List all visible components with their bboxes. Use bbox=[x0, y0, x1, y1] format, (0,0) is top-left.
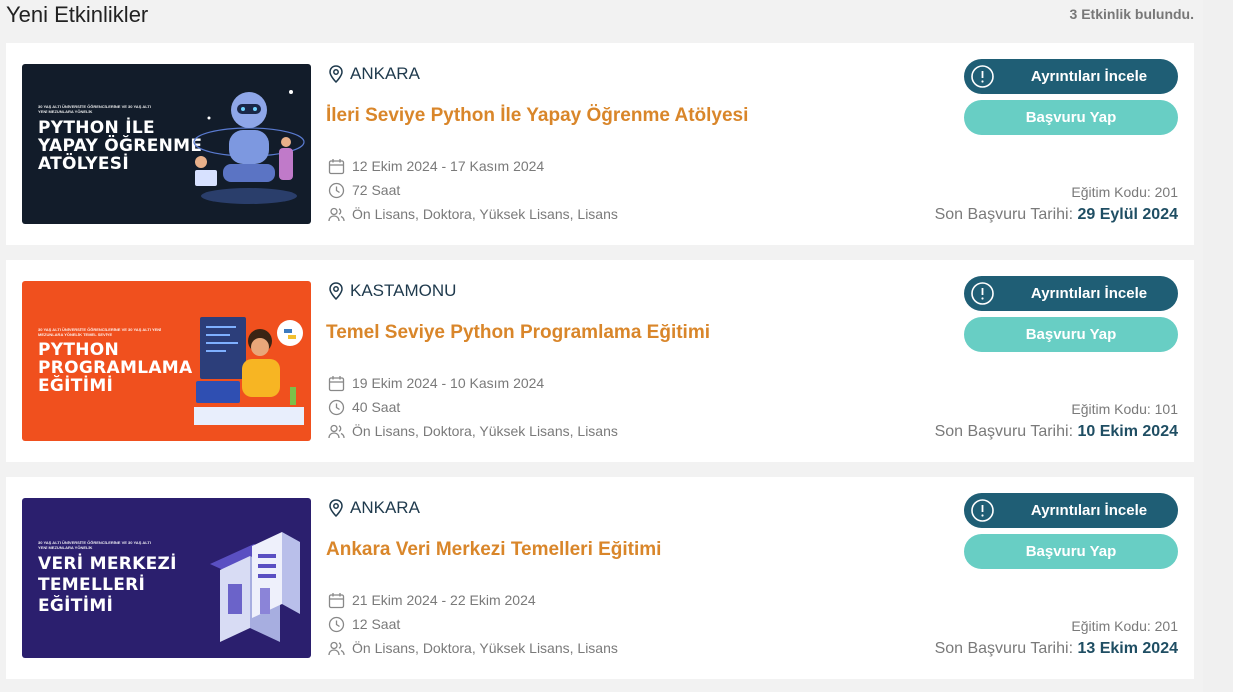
event-duration: 12 Saat bbox=[328, 615, 400, 633]
deadline-label: Son Başvuru Tarihi: bbox=[934, 206, 1074, 223]
users-icon bbox=[328, 424, 345, 438]
training-code: Eğitim Kodu: 101 bbox=[1071, 401, 1178, 417]
event-dates: 12 Ekim 2024 - 17 Kasım 2024 bbox=[328, 157, 544, 175]
event-banner-image[interactable]: 30 YAŞ ALTI ÜNİVERSİTE ÖĞRENCİLERİNE VE … bbox=[22, 281, 311, 441]
developer-illustration bbox=[194, 317, 304, 425]
event-card: 30 YAŞ ALTI ÜNİVERSİTE ÖĞRENCİLERİNE VE … bbox=[6, 43, 1194, 245]
details-button[interactable]: Ayrıntıları İncele bbox=[964, 493, 1178, 528]
banner-title-line: ATÖLYESİ bbox=[38, 154, 129, 174]
event-audience: Ön Lisans, Doktora, Yüksek Lisans, Lisan… bbox=[328, 639, 618, 657]
section-header: Yeni Etkinlikler 3 Etkinlik bulundu. bbox=[6, 0, 1194, 30]
location-label: ANKARA bbox=[350, 64, 420, 83]
users-icon bbox=[328, 207, 345, 221]
banner-title-line: VERİ MERKEZİ bbox=[38, 554, 177, 574]
info-circle-icon bbox=[971, 65, 994, 88]
details-button-label: Ayrıntıları İncele bbox=[1030, 68, 1148, 85]
application-deadline: Son Başvuru Tarihi: 10 Ekim 2024 bbox=[935, 423, 1178, 441]
dates-text: 12 Ekim 2024 - 17 Kasım 2024 bbox=[352, 158, 545, 174]
events-page: Yeni Etkinlikler 3 Etkinlik bulundu. 30 … bbox=[0, 0, 1233, 692]
map-pin-icon bbox=[329, 282, 343, 300]
clock-icon bbox=[328, 616, 345, 632]
audience-text: Ön Lisans, Doktora, Yüksek Lisans, Lisan… bbox=[352, 423, 618, 439]
event-location: ANKARA bbox=[328, 497, 420, 519]
map-pin-icon bbox=[329, 65, 343, 83]
deadline-date: 13 Ekim 2024 bbox=[1077, 640, 1178, 657]
event-location: ANKARA bbox=[328, 63, 420, 85]
event-card: 30 YAŞ ALTI ÜNİVERSİTE ÖĞRENCİLERİNE VE … bbox=[6, 260, 1194, 462]
event-title[interactable]: İleri Seviye Python İle Yapay Öğrenme At… bbox=[326, 105, 748, 127]
duration-text: 12 Saat bbox=[352, 616, 401, 632]
event-location: KASTAMONU bbox=[328, 280, 456, 302]
calendar-icon bbox=[328, 592, 345, 608]
scrollbar-gutter[interactable] bbox=[1203, 0, 1233, 692]
details-button-label: Ayrıntıları İncele bbox=[1030, 285, 1148, 302]
event-title[interactable]: Temel Seviye Python Programlama Eğitimi bbox=[326, 322, 710, 344]
banner-small-text: 30 YAŞ ALTI ÜNİVERSİTE ÖĞRENCİLERİNE VE … bbox=[38, 327, 162, 337]
banner-title-line: PROGRAMLAMA bbox=[38, 358, 193, 378]
banner-title-line: PYTHON İLE bbox=[38, 118, 155, 138]
banner-title-line: TEMELLERİ bbox=[38, 575, 146, 595]
server-rack-illustration bbox=[210, 532, 300, 642]
event-duration: 40 Saat bbox=[328, 398, 400, 416]
calendar-icon bbox=[328, 375, 345, 391]
deadline-label: Son Başvuru Tarihi: bbox=[934, 640, 1074, 657]
duration-text: 40 Saat bbox=[352, 399, 401, 415]
banner-small-text: 30 YAŞ ALTI ÜNİVERSİTE ÖĞRENCİLERİNE VE … bbox=[38, 104, 151, 114]
event-dates: 19 Ekim 2024 - 10 Kasım 2024 bbox=[328, 374, 544, 392]
info-circle-icon bbox=[971, 282, 994, 305]
audience-text: Ön Lisans, Doktora, Yüksek Lisans, Lisan… bbox=[352, 206, 618, 222]
banner-small-text: 30 YAŞ ALTI ÜNİVERSİTE ÖĞRENCİLERİNE VE … bbox=[38, 540, 151, 550]
robot-illustration bbox=[193, 90, 305, 204]
deadline-date: 29 Eylül 2024 bbox=[1077, 206, 1178, 223]
apply-button[interactable]: Başvuru Yap bbox=[964, 317, 1178, 352]
apply-button[interactable]: Başvuru Yap bbox=[964, 100, 1178, 135]
calendar-icon bbox=[328, 158, 345, 174]
application-deadline: Son Başvuru Tarihi: 29 Eylül 2024 bbox=[935, 206, 1178, 224]
event-banner-image[interactable]: 30 YAŞ ALTI ÜNİVERSİTE ÖĞRENCİLERİNE VE … bbox=[22, 498, 311, 658]
apply-button[interactable]: Başvuru Yap bbox=[964, 534, 1178, 569]
banner-title-line: EĞİTİMİ bbox=[38, 596, 114, 616]
clock-icon bbox=[328, 399, 345, 415]
banner-title-line: EĞİTİMİ bbox=[38, 376, 114, 396]
deadline-date: 10 Ekim 2024 bbox=[1077, 423, 1178, 440]
event-dates: 21 Ekim 2024 - 22 Ekim 2024 bbox=[328, 591, 536, 609]
results-count: 3 Etkinlik bulundu. bbox=[1069, 6, 1194, 22]
clock-icon bbox=[328, 182, 345, 198]
users-icon bbox=[328, 641, 345, 655]
dates-text: 21 Ekim 2024 - 22 Ekim 2024 bbox=[352, 592, 536, 608]
deadline-label: Son Başvuru Tarihi: bbox=[934, 423, 1074, 440]
map-pin-icon bbox=[329, 499, 343, 517]
event-audience: Ön Lisans, Doktora, Yüksek Lisans, Lisan… bbox=[328, 422, 618, 440]
dates-text: 19 Ekim 2024 - 10 Kasım 2024 bbox=[352, 375, 545, 391]
event-title[interactable]: Ankara Veri Merkezi Temelleri Eğitimi bbox=[326, 539, 661, 561]
details-button-label: Ayrıntıları İncele bbox=[1030, 502, 1148, 519]
event-banner-image[interactable]: 30 YAŞ ALTI ÜNİVERSİTE ÖĞRENCİLERİNE VE … bbox=[22, 64, 311, 224]
location-label: KASTAMONU bbox=[350, 281, 457, 300]
banner-title-line: YAPAY ÖĞRENME bbox=[38, 136, 203, 156]
application-deadline: Son Başvuru Tarihi: 13 Ekim 2024 bbox=[935, 640, 1178, 658]
training-code: Eğitim Kodu: 201 bbox=[1071, 618, 1178, 634]
details-button[interactable]: Ayrıntıları İncele bbox=[964, 59, 1178, 94]
event-audience: Ön Lisans, Doktora, Yüksek Lisans, Lisan… bbox=[328, 205, 618, 223]
section-title: Yeni Etkinlikler bbox=[6, 2, 149, 27]
location-label: ANKARA bbox=[350, 498, 420, 517]
event-card: 30 YAŞ ALTI ÜNİVERSİTE ÖĞRENCİLERİNE VE … bbox=[6, 477, 1194, 679]
details-button[interactable]: Ayrıntıları İncele bbox=[964, 276, 1178, 311]
event-duration: 72 Saat bbox=[328, 181, 400, 199]
training-code: Eğitim Kodu: 201 bbox=[1071, 184, 1178, 200]
banner-title-line: PYTHON bbox=[38, 340, 120, 360]
audience-text: Ön Lisans, Doktora, Yüksek Lisans, Lisan… bbox=[352, 640, 618, 656]
info-circle-icon bbox=[971, 499, 994, 522]
duration-text: 72 Saat bbox=[352, 182, 401, 198]
